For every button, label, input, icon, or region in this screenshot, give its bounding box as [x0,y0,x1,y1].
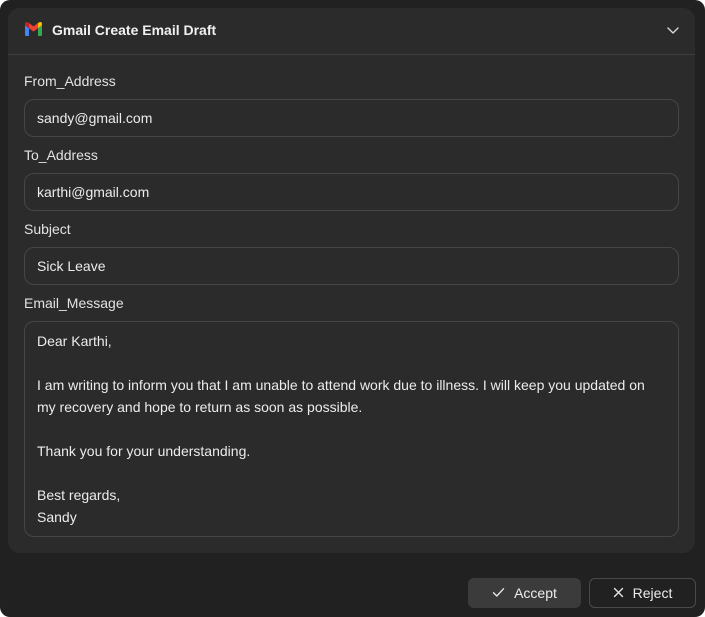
card-header[interactable]: Gmail Create Email Draft [8,8,695,55]
from-address-field[interactable]: sandy@gmail.com [24,99,679,137]
gmail-draft-card: Gmail Create Email Draft From_Address sa… [8,8,695,553]
to-address-field[interactable]: karthi@gmail.com [24,173,679,211]
card-title: Gmail Create Email Draft [52,22,217,38]
email-message-label: Email_Message [24,295,124,311]
tool-approval-panel: Gmail Create Email Draft From_Address sa… [0,0,705,617]
subject-field[interactable]: Sick Leave [24,247,679,285]
reject-button[interactable]: Reject [589,578,696,608]
accept-label: Accept [514,585,557,601]
subject-label: Subject [24,221,71,237]
check-icon [492,588,505,597]
close-icon [613,588,623,598]
gmail-icon [25,22,42,36]
accept-button[interactable]: Accept [468,578,581,608]
from-address-label: From_Address [24,73,116,89]
reject-label: Reject [632,585,673,601]
chevron-down-icon[interactable] [666,25,680,35]
email-message-field[interactable]: Dear Karthi, I am writing to inform you … [24,321,679,537]
to-address-label: To_Address [24,147,98,163]
